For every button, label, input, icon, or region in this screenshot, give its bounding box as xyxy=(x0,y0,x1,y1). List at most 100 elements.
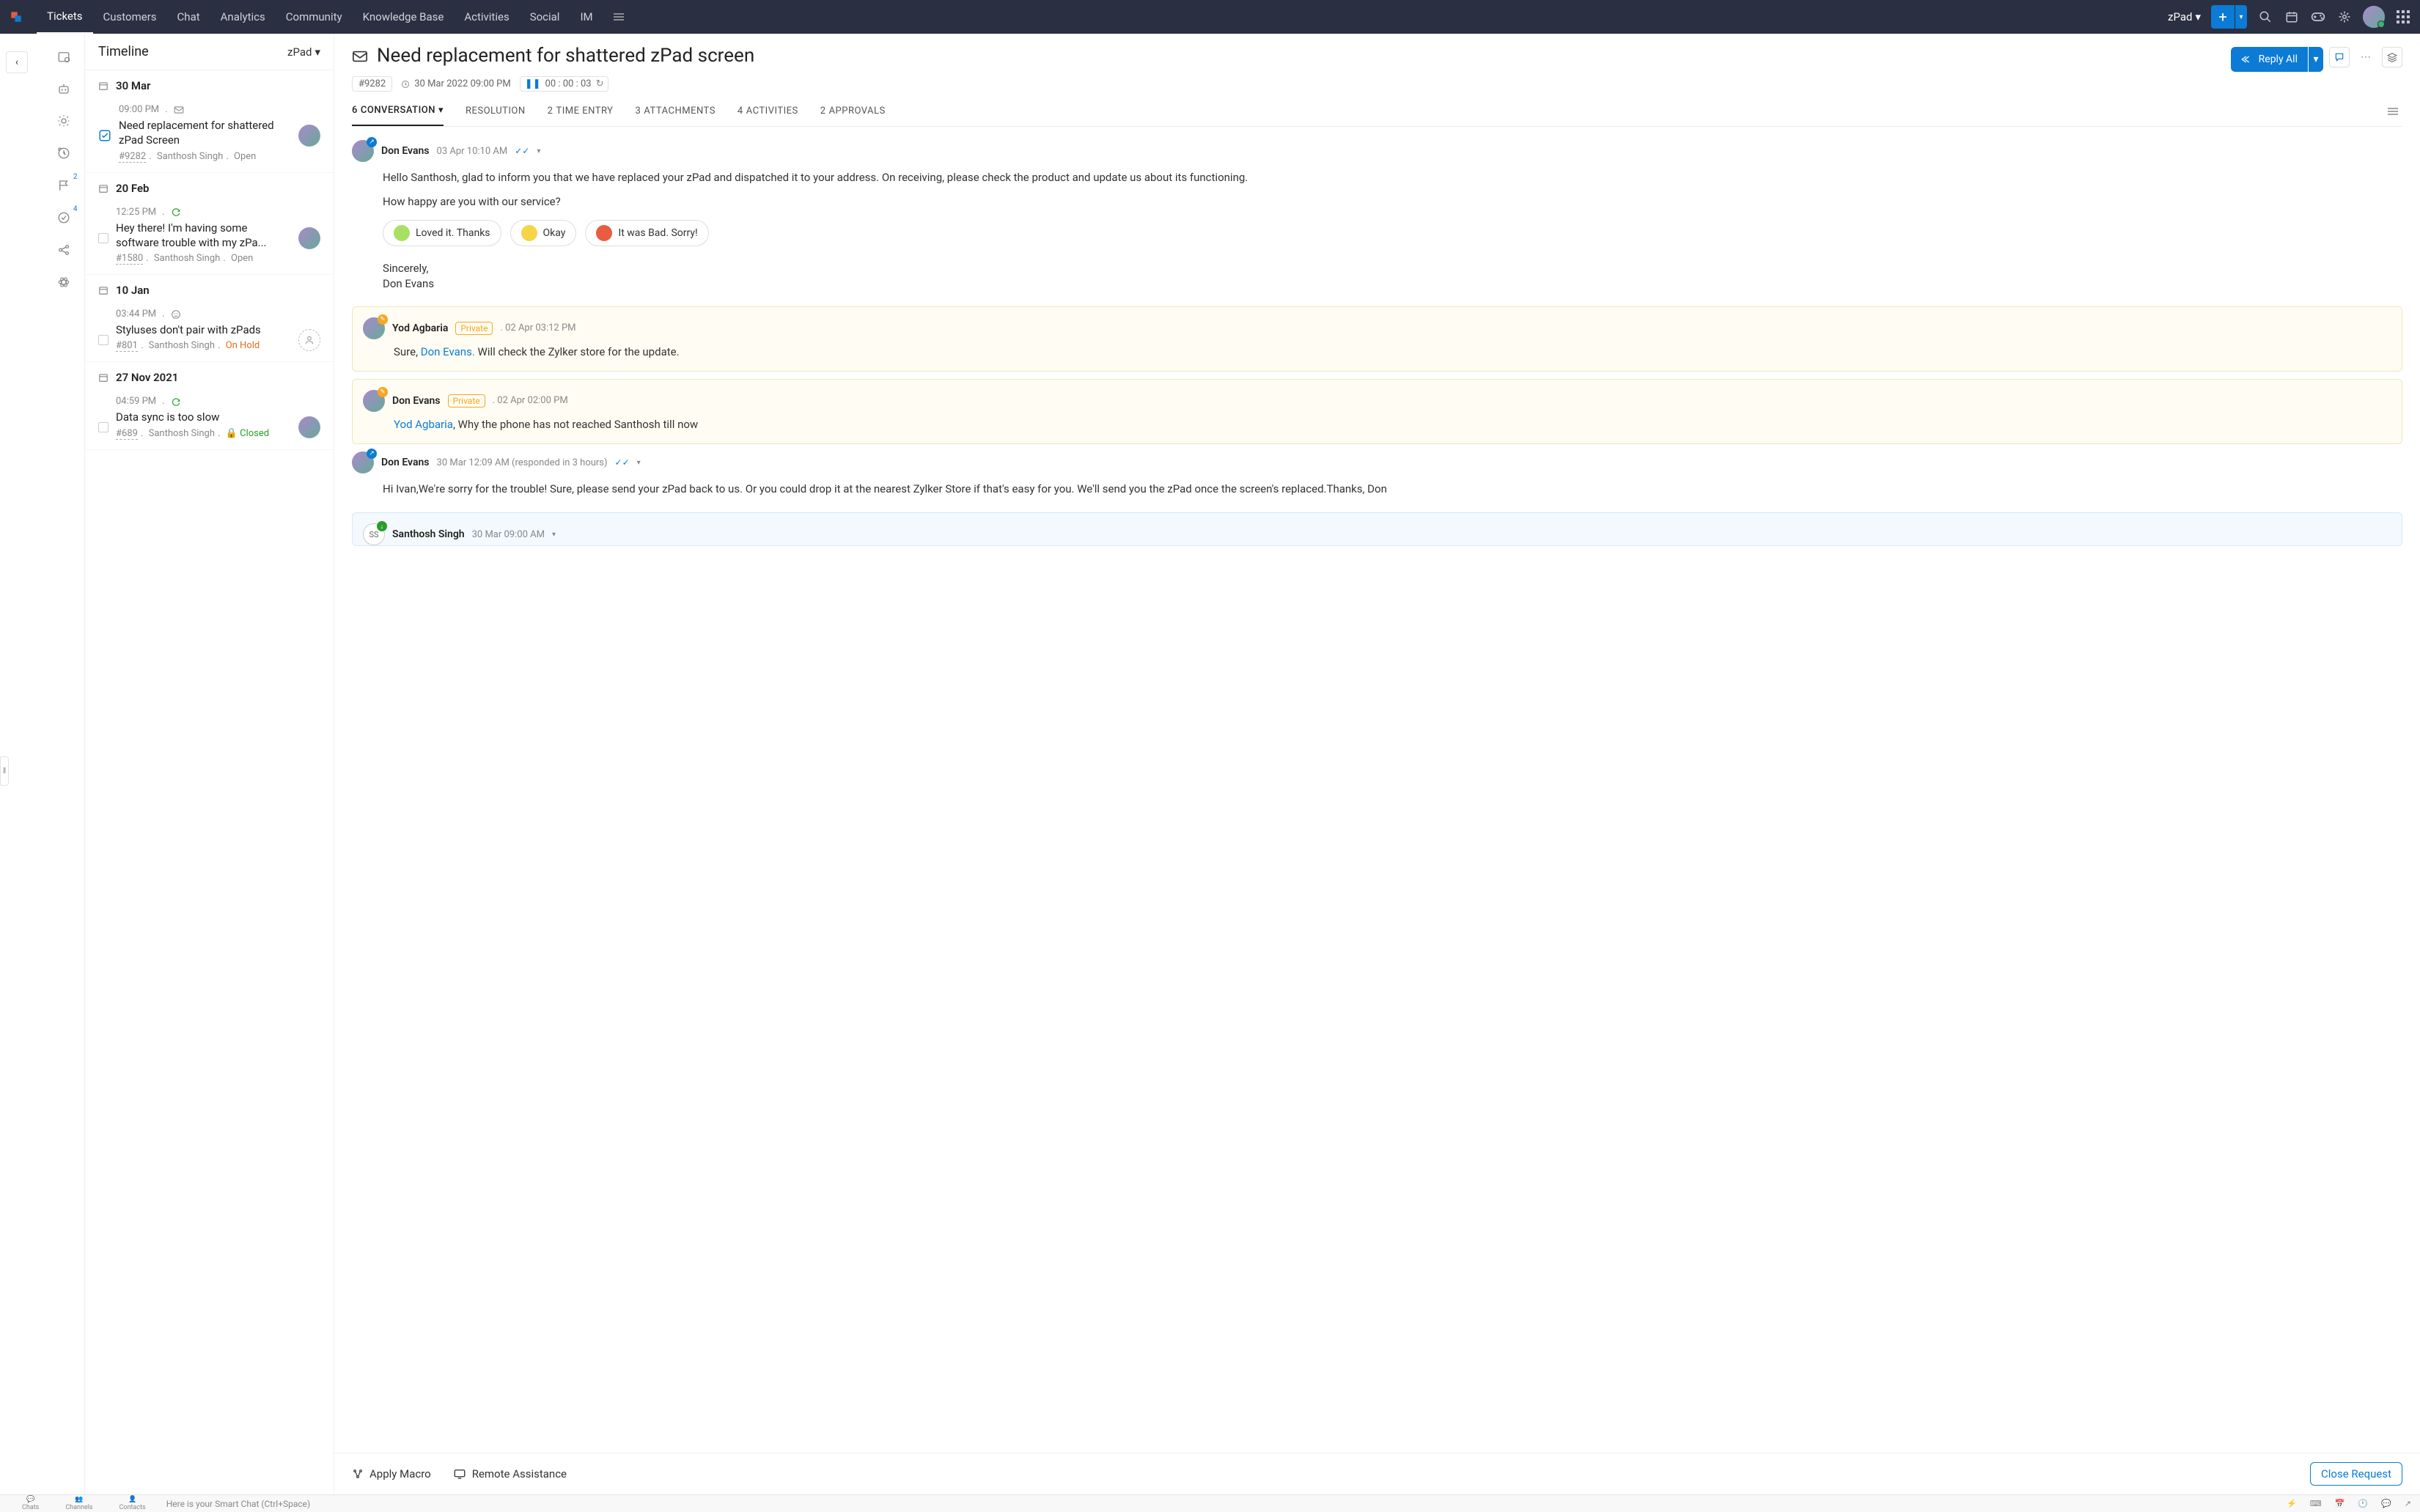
rail-flag-icon[interactable]: 2 xyxy=(56,177,72,193)
rail-bulb-icon[interactable] xyxy=(56,113,72,129)
checkbox[interactable] xyxy=(98,233,109,243)
nav-community[interactable]: Community xyxy=(276,0,353,34)
timeline-ticket-0[interactable]: 09:00 PM. Need replacement for shattered… xyxy=(85,97,334,173)
chat-icon: 💬 xyxy=(26,1496,34,1503)
nav-im[interactable]: IM xyxy=(570,0,603,34)
rail-bot-icon[interactable] xyxy=(56,81,72,97)
survey-sad[interactable]: It was Bad. Sorry! xyxy=(585,220,708,246)
tab-activities[interactable]: 4 ACTIVITIES xyxy=(738,105,798,126)
comment-button[interactable] xyxy=(2329,47,2350,67)
nav-analytics[interactable]: Analytics xyxy=(210,0,276,34)
refresh-icon[interactable]: ↻ xyxy=(596,78,604,89)
nav-activities[interactable]: Activities xyxy=(454,0,519,34)
reply-dropdown[interactable]: ▾ xyxy=(2309,47,2323,72)
collapse-sidebar-button[interactable]: ‹ xyxy=(6,51,28,73)
gamepad-icon[interactable] xyxy=(2310,9,2326,25)
nav-kb[interactable]: Knowledge Base xyxy=(353,0,455,34)
ticket-header: Need replacement for shattered zPad scre… xyxy=(334,34,2420,127)
nav-tickets[interactable]: Tickets xyxy=(37,0,93,34)
author-name: Yod Agbaria xyxy=(392,322,448,334)
timeline-ticket-3[interactable]: 04:59 PM. Data sync is too slow #689. Sa… xyxy=(85,388,334,449)
read-ticks-icon: ✓✓ xyxy=(515,146,529,156)
brand-dropdown[interactable]: zPad ▾ xyxy=(2168,10,2201,23)
ticket-detail: Need replacement for shattered zPad scre… xyxy=(334,34,2420,1494)
survey-question[interactable]: How happy are you with our service? xyxy=(383,193,2402,210)
message-4: ↗ Don Evans 30 Mar 12:09 AM (responded i… xyxy=(352,451,2402,498)
author-avatar: ✎ xyxy=(363,390,385,412)
tab-more-icon[interactable] xyxy=(2388,105,2402,126)
timeline-date-2: 10 Jan xyxy=(85,275,334,301)
timeline-date-1: 20 Feb xyxy=(85,173,334,199)
user-avatar[interactable] xyxy=(2363,6,2385,28)
close-request-button[interactable]: Close Request xyxy=(2310,1462,2402,1486)
footer-keyboard-icon[interactable]: ⌨ xyxy=(2310,1499,2322,1508)
checkbox[interactable] xyxy=(98,422,109,432)
timeline-date-0: 30 Mar xyxy=(85,70,334,97)
rail-approve-icon[interactable]: 4 xyxy=(56,210,72,226)
ticket-title: Need replacement for shattered zPad scre… xyxy=(377,44,2222,68)
mention-link[interactable]: Don Evans. xyxy=(421,345,475,358)
apps-grid-icon[interactable] xyxy=(2395,9,2411,25)
tab-resolution[interactable]: RESOLUTION xyxy=(466,105,526,126)
footer-contacts[interactable]: 👤Contacts xyxy=(106,1496,159,1511)
footer-exit-icon[interactable]: ↗ xyxy=(2405,1499,2411,1508)
message-menu[interactable]: ▾ xyxy=(537,147,540,155)
calendar-icon[interactable] xyxy=(2284,9,2300,25)
message-menu[interactable]: ▾ xyxy=(637,459,641,467)
unassigned-avatar[interactable] xyxy=(298,329,320,351)
lock-icon: 🔒 xyxy=(226,428,238,439)
nav-more-icon[interactable] xyxy=(603,0,639,34)
tab-approvals[interactable]: 2 APPROVALS xyxy=(820,105,886,126)
footer-chat-icon[interactable]: 💬 xyxy=(2381,1499,2391,1508)
timeline-header: Timeline zPad ▾ xyxy=(85,34,334,70)
brand-label: zPad xyxy=(2168,10,2192,23)
drag-handle[interactable]: ‖ xyxy=(0,756,9,786)
add-dropdown[interactable]: ▾ xyxy=(2235,5,2247,29)
nav-customers[interactable]: Customers xyxy=(93,0,167,34)
reply-all-button[interactable]: Reply All xyxy=(2231,47,2308,72)
tab-conversation[interactable]: 6 CONVERSATION ▾ xyxy=(352,105,444,126)
remote-assistance-button[interactable]: Remote Assistance xyxy=(453,1467,567,1480)
rail-calendar-icon[interactable] xyxy=(56,48,72,64)
pause-icon[interactable]: ❚❚ xyxy=(525,78,541,89)
nav-chat[interactable]: Chat xyxy=(167,0,210,34)
add-button[interactable]: + xyxy=(2211,5,2235,29)
survey-okay[interactable]: Okay xyxy=(510,220,577,246)
footer-chats[interactable]: 💬Chats xyxy=(9,1496,52,1511)
rail-history-icon[interactable] xyxy=(56,145,72,161)
author-name: Santhosh Singh xyxy=(392,528,465,540)
checkbox-icon[interactable] xyxy=(98,129,111,142)
tab-time-entry[interactable]: 2 TIME ENTRY xyxy=(548,105,614,126)
timeline-ticket-2[interactable]: 03:44 PM. Styluses don't pair with zPads… xyxy=(85,301,334,362)
top-nav: Tickets Customers Chat Analytics Communi… xyxy=(0,0,2420,34)
face-icon xyxy=(171,309,181,320)
mention-link[interactable]: Yod Agbaria xyxy=(394,418,453,431)
rail-atom-icon[interactable] xyxy=(56,274,72,290)
survey-options: Loved it. Thanks Okay It was Bad. Sorry! xyxy=(383,220,2402,246)
mail-icon xyxy=(174,106,184,114)
rail-share-icon[interactable] xyxy=(56,242,72,258)
message-menu[interactable]: ▾ xyxy=(552,531,556,539)
message-time: 30 Mar 09:00 AM xyxy=(472,529,545,540)
tab-attachments[interactable]: 3 ATTACHMENTS xyxy=(635,105,715,126)
footer-channels[interactable]: 👥Channels xyxy=(52,1496,106,1511)
search-icon[interactable] xyxy=(2257,9,2273,25)
nav-social[interactable]: Social xyxy=(520,0,570,34)
timeline-brand-dropdown[interactable]: zPad ▾ xyxy=(287,45,320,59)
footer-zia-icon[interactable]: ⚡ xyxy=(2287,1499,2297,1508)
sad-face-icon xyxy=(596,225,612,241)
survey-happy[interactable]: Loved it. Thanks xyxy=(383,220,501,246)
more-button[interactable]: ⋯ xyxy=(2355,47,2376,67)
ticket-timer: ❚❚ 00 : 00 : 03 ↻ xyxy=(520,76,609,92)
checkbox[interactable] xyxy=(98,335,109,345)
apply-macro-button[interactable]: Apply Macro xyxy=(352,1467,431,1480)
gear-icon[interactable] xyxy=(2336,9,2353,25)
smart-chat-hint[interactable]: Here is your Smart Chat (Ctrl+Space) xyxy=(166,1499,311,1509)
layers-button[interactable] xyxy=(2382,47,2402,67)
author-name: Don Evans xyxy=(381,457,430,468)
sent-badge-icon: ↗ xyxy=(367,449,377,459)
footer-calendar-icon[interactable]: 📅 xyxy=(2335,1499,2345,1508)
timeline-ticket-1[interactable]: 12:25 PM. Hey there! I'm having some sof… xyxy=(85,199,334,276)
assignee-avatar xyxy=(298,227,320,249)
footer-clock-icon[interactable]: 🕐 xyxy=(2358,1499,2368,1508)
